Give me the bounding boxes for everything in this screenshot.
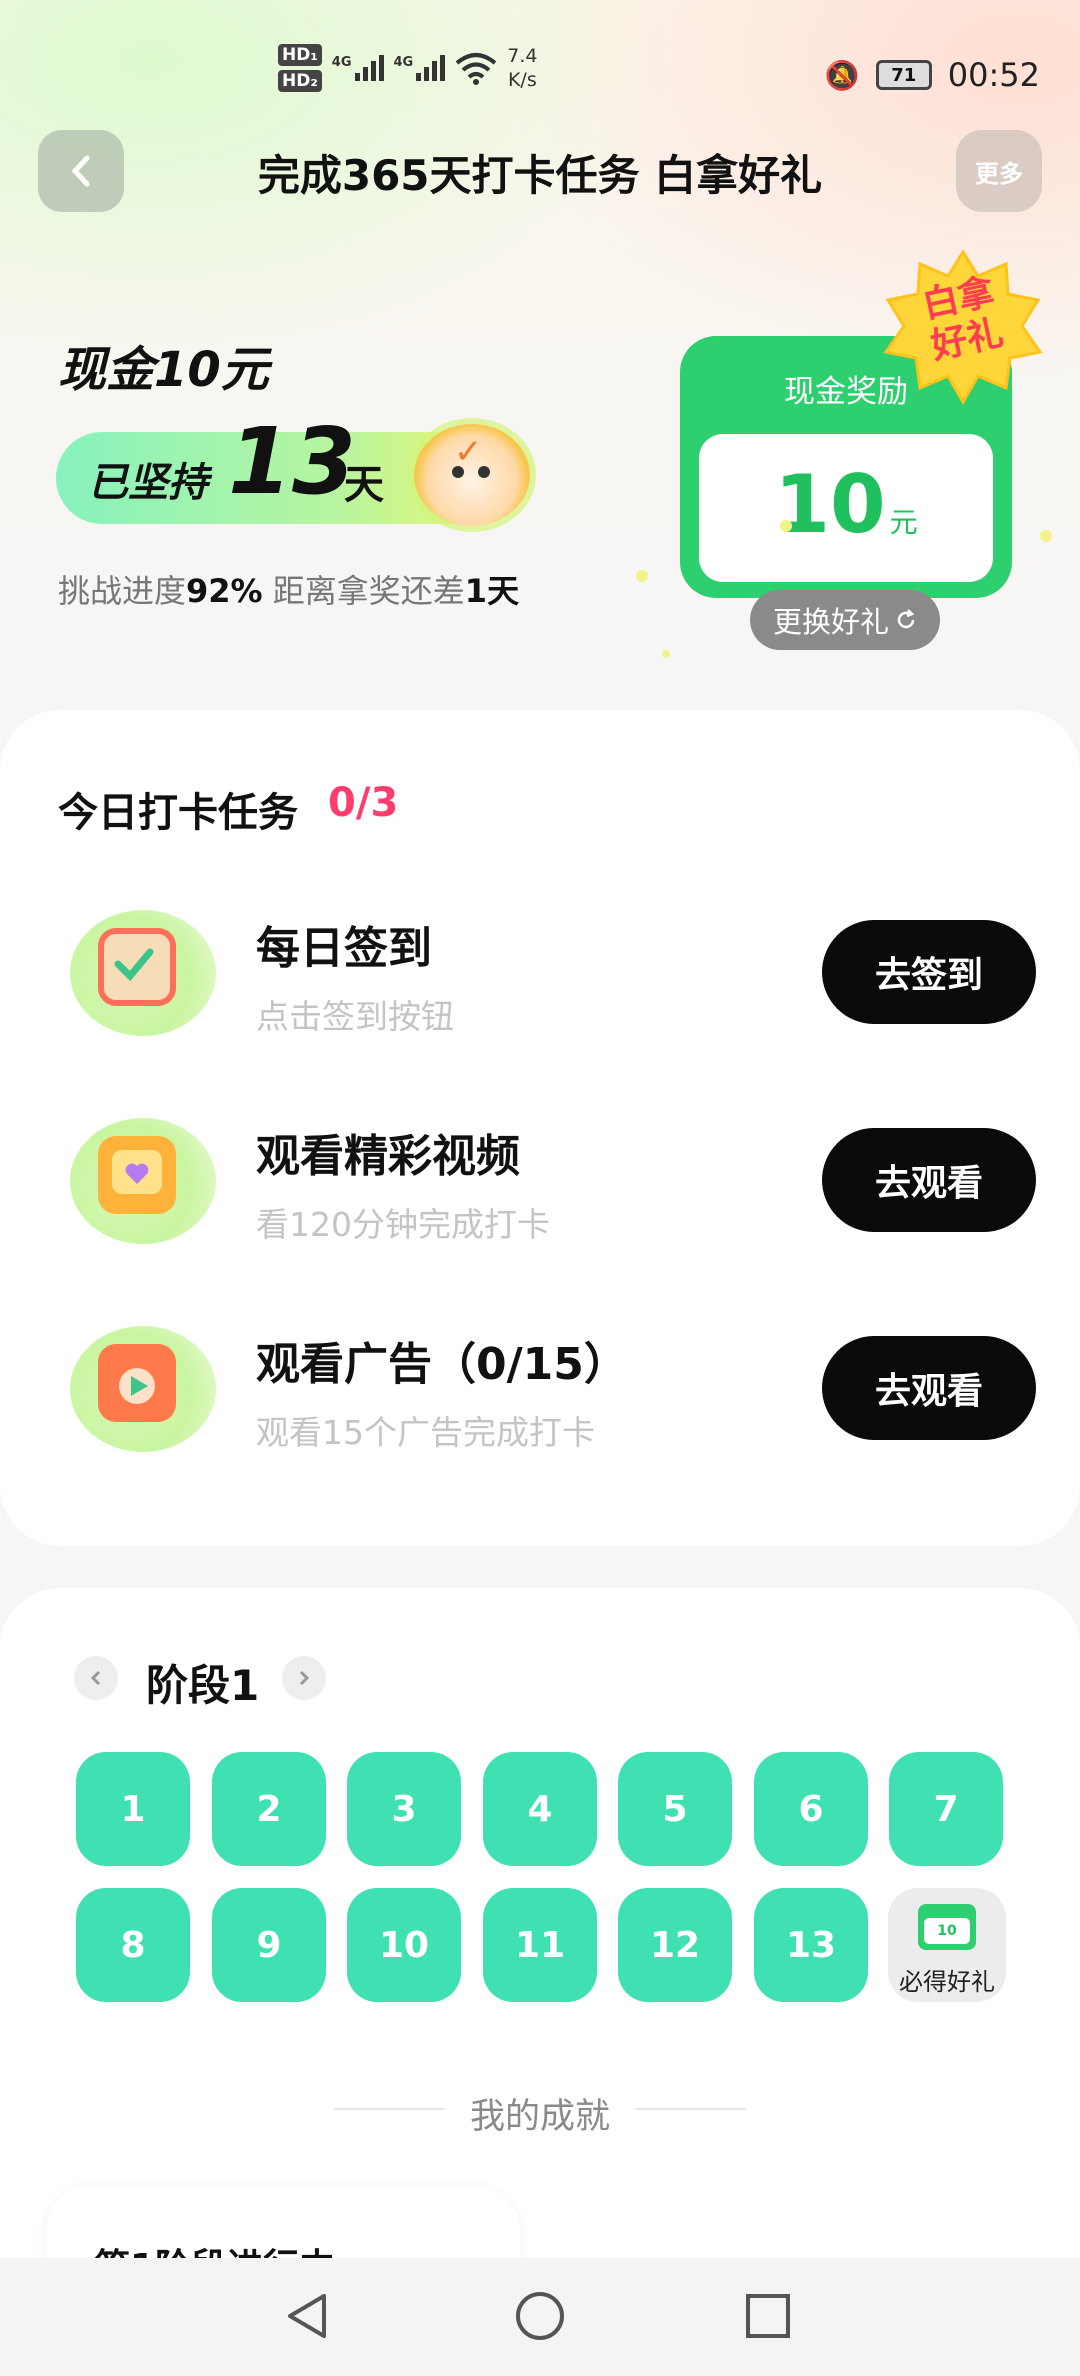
go-checkin-button[interactable]: 去签到 bbox=[822, 920, 1036, 1024]
stage-title: 阶段1 bbox=[146, 1661, 260, 1710]
stage-prev-button[interactable] bbox=[74, 1656, 118, 1700]
nav-recents-button[interactable] bbox=[738, 2286, 798, 2346]
go-watch-video-button[interactable]: 去观看 bbox=[822, 1128, 1036, 1232]
task-name: 观看精彩视频 bbox=[256, 1131, 520, 1182]
signal-icon: 4G bbox=[332, 55, 384, 81]
day-cell[interactable]: 12 bbox=[618, 1888, 732, 2002]
more-button[interactable]: 更多 bbox=[956, 130, 1042, 212]
stage-next-button[interactable] bbox=[282, 1656, 326, 1700]
clock: 00:52 bbox=[947, 56, 1040, 94]
signal-icon-2: 4G bbox=[394, 55, 446, 81]
status-left: HD₁ HD₂ 4G 4G 7.4 K/s bbox=[278, 44, 537, 92]
day-cell[interactable]: 10 bbox=[347, 1888, 461, 2002]
sim-hd-icon: HD₁ HD₂ bbox=[278, 44, 322, 92]
chevron-right-icon bbox=[299, 1670, 310, 1686]
day-cell[interactable]: 2 bbox=[212, 1752, 326, 1866]
divider bbox=[636, 2108, 746, 2110]
gift-cell[interactable]: 10 必得好礼 bbox=[888, 1888, 1006, 2002]
nav-home-button[interactable] bbox=[510, 2286, 570, 2346]
task-name: 每日签到 bbox=[256, 923, 432, 974]
hd2-label: HD₂ bbox=[278, 70, 322, 92]
mascot-icon: ✓ bbox=[414, 424, 530, 526]
sparkle-decoration bbox=[1040, 530, 1052, 542]
refresh-icon bbox=[897, 609, 915, 629]
reward-amount: 10 bbox=[774, 458, 886, 551]
sparkle-decoration bbox=[662, 650, 670, 658]
task-sub: 点击签到按钮 bbox=[256, 997, 454, 1036]
progress-value: 92% bbox=[186, 572, 263, 610]
reward-unit: 元 bbox=[889, 506, 918, 539]
day-cell[interactable]: 11 bbox=[483, 1888, 597, 2002]
battery-icon: 71 bbox=[875, 60, 932, 90]
back-triangle-icon bbox=[288, 2294, 326, 2338]
day-cell[interactable]: 13 bbox=[754, 1888, 868, 2002]
recents-square-icon bbox=[746, 2294, 790, 2338]
task-sub: 观看15个广告完成打卡 bbox=[256, 1413, 595, 1452]
reward-title: 现金10元 bbox=[58, 342, 269, 398]
page-title: 完成365天打卡任务 白拿好礼 bbox=[257, 151, 823, 200]
video-heart-icon bbox=[70, 1118, 216, 1244]
day-cell[interactable]: 8 bbox=[76, 1888, 190, 2002]
day-cell[interactable]: 4 bbox=[483, 1752, 597, 1866]
ad-play-icon bbox=[70, 1326, 216, 1452]
remain-prefix: 距离拿奖还差 bbox=[262, 572, 465, 610]
net1-label: 4G bbox=[331, 55, 352, 70]
gift-amount: 10 bbox=[924, 1918, 970, 1944]
calendar-check-icon bbox=[70, 910, 216, 1036]
hd1-label: HD₁ bbox=[278, 44, 322, 66]
streak-days: 13 bbox=[228, 408, 357, 515]
progress-prefix: 挑战进度 bbox=[58, 572, 187, 610]
wifi-icon bbox=[455, 53, 497, 85]
day-cell[interactable]: 6 bbox=[754, 1752, 868, 1866]
streak-label: 已坚持 bbox=[88, 460, 208, 506]
badge-starburst-icon: 白拿 好礼 bbox=[882, 248, 1044, 408]
streak-unit: 天 bbox=[344, 462, 384, 508]
day-cell[interactable]: 1 bbox=[76, 1752, 190, 1866]
home-circle-icon bbox=[516, 2292, 564, 2340]
tasks-count: 0/3 bbox=[328, 780, 399, 826]
task-sub: 看120分钟完成打卡 bbox=[256, 1205, 550, 1244]
day-cell[interactable]: 7 bbox=[889, 1752, 1003, 1866]
day-cell[interactable]: 3 bbox=[347, 1752, 461, 1866]
speed-unit: K/s bbox=[507, 69, 537, 91]
remain-value: 1天 bbox=[464, 572, 520, 610]
gift-label: 必得好礼 bbox=[899, 1968, 995, 1996]
nav-back-button[interactable] bbox=[278, 2286, 338, 2346]
swap-gift-button[interactable]: 更换好礼 bbox=[750, 590, 940, 650]
progress-line: 挑战进度92% 距离拿奖还差1天 bbox=[58, 566, 519, 612]
sparkle-decoration bbox=[636, 570, 648, 582]
status-bar: HD₁ HD₂ 4G 4G 7.4 K/s 🔕 71 00:52 bbox=[0, 0, 1080, 150]
net2-label: 4G bbox=[393, 55, 414, 70]
gift-card-icon: 10 bbox=[918, 1904, 976, 1950]
day-cell[interactable]: 9 bbox=[212, 1888, 326, 2002]
speed-value: 7.4 bbox=[507, 45, 538, 67]
reward-card-inner: 10 元 bbox=[699, 434, 993, 582]
battery-level: 71 bbox=[891, 64, 917, 86]
net-speed: 7.4 K/s bbox=[507, 44, 537, 92]
status-right: 🔕 71 00:52 bbox=[825, 56, 1040, 94]
achievements-title: 我的成就 bbox=[469, 2097, 610, 2137]
swap-gift-label: 更换好礼 bbox=[772, 605, 889, 639]
chevron-left-icon bbox=[90, 1670, 101, 1686]
sparkle-decoration bbox=[780, 520, 792, 532]
tasks-title: 今日打卡任务 bbox=[58, 790, 298, 836]
day-cell[interactable]: 5 bbox=[618, 1752, 732, 1866]
mute-bell-icon: 🔕 bbox=[824, 58, 860, 92]
go-watch-ad-button[interactable]: 去观看 bbox=[822, 1336, 1036, 1440]
task-name: 观看广告（0/15） bbox=[256, 1339, 628, 1390]
